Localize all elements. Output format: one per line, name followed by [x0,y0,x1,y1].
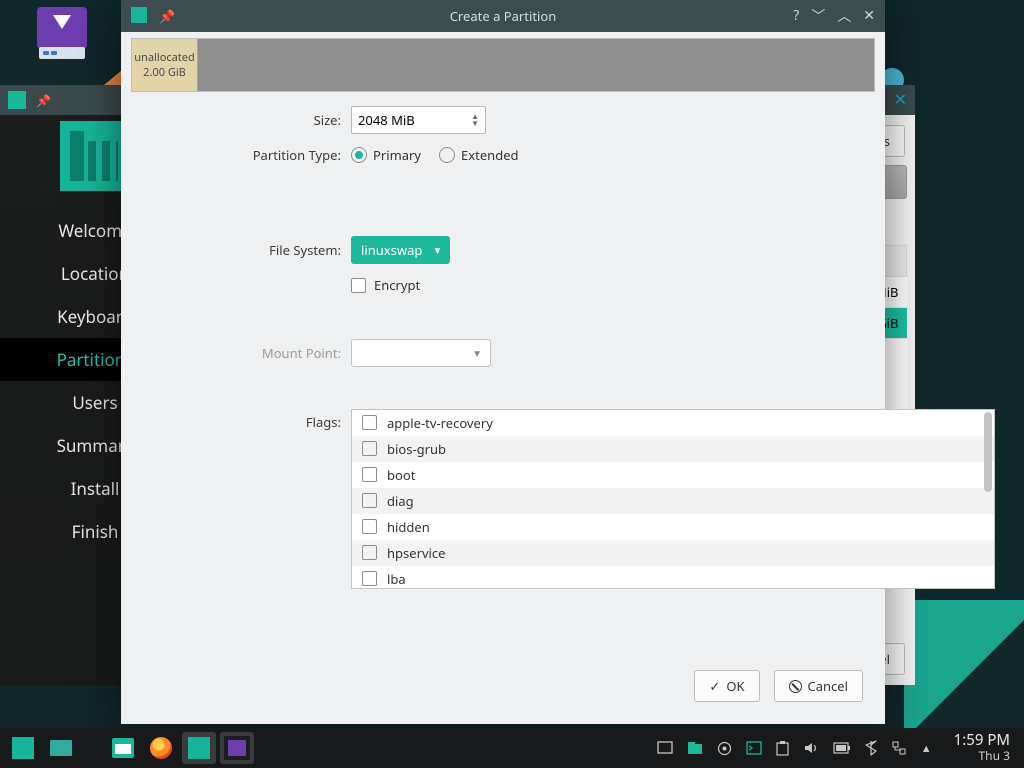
manjaro-logo-icon [131,7,147,23]
manjaro-logo-icon [60,121,130,191]
flag-row[interactable]: apple-tv-recovery [352,410,994,436]
tray-volume-icon[interactable] [803,741,819,755]
flag-row[interactable]: hpservice [352,540,994,566]
flag-row[interactable]: lba [352,566,994,589]
radio-primary[interactable]: Primary [351,146,421,164]
desktop-installer-icon[interactable] [32,7,92,75]
help-icon[interactable]: ? [793,6,799,26]
tray-keyboard-icon[interactable] [717,741,732,756]
tray-network-icon[interactable] [891,741,907,755]
start-menu-button[interactable] [6,732,40,764]
tray-expand-icon[interactable]: ▲ [921,741,932,756]
unallocated-size: 2.00 GiB [143,65,186,80]
partition-preview[interactable]: unallocated 2.00 GiB [131,38,875,92]
cancel-icon [789,680,802,693]
tray-clipboard-icon[interactable] [776,741,789,756]
unallocated-label: unallocated [134,50,195,65]
tray-folder-icon[interactable] [687,741,703,755]
dialog-title: Create a Partition [121,7,885,25]
chevron-down-icon: ▼ [432,243,442,257]
flags-label: Flags: [306,409,351,431]
pin-icon[interactable]: 📌 [36,92,51,109]
chevron-down-icon: ▼ [472,346,482,360]
flag-row[interactable]: diag [352,488,994,514]
check-icon: ✓ [709,677,720,695]
unallocated-segment[interactable]: unallocated 2.00 GiB [132,39,198,91]
manjaro-logo-icon [8,91,26,109]
filesystem-select[interactable]: linuxswap ▼ [351,236,450,264]
tray-battery-icon[interactable] [833,742,851,754]
size-label: Size: [314,111,351,129]
clock-date: Thu 3 [954,748,1010,763]
create-partition-dialog: 📌 Create a Partition ? ﹀ ︿ ✕ unallocated… [121,0,885,724]
firefox-button[interactable] [144,732,178,764]
pin-icon[interactable]: 📌 [159,7,175,25]
filesystem-label: File System: [269,241,351,259]
desktop: 📌 ﹀ ︿ ✕ Welcome Location Keyboard Partit… [0,0,1024,768]
scrollbar[interactable] [984,412,992,492]
tray-terminal-icon[interactable] [746,741,762,755]
filesystem-value: linuxswap [361,241,422,259]
size-input[interactable] [358,111,467,129]
show-desktop-button[interactable] [44,732,78,764]
encrypt-label: Encrypt [374,276,420,294]
taskbar: ▲ 1:59 PM Thu 3 [0,728,1024,768]
file-manager-button[interactable] [106,732,140,764]
tray-bluetooth-icon[interactable] [865,740,877,756]
close-icon[interactable]: ✕ [863,6,875,26]
radio-extended-label: Extended [461,146,519,164]
flag-row[interactable]: boot [352,462,994,488]
maximize-icon[interactable]: ︿ [837,6,851,26]
taskbar-install-media-button[interactable] [220,732,254,764]
ok-button[interactable]: ✓OK [694,670,759,702]
radio-extended[interactable]: Extended [439,146,519,164]
spin-down-icon[interactable]: ▼ [471,120,479,127]
cancel-button[interactable]: Cancel [774,670,863,702]
minimize-icon[interactable]: ﹀ [811,6,825,26]
flag-row[interactable]: hidden [352,514,994,540]
flag-row[interactable]: bios-grub [352,436,994,462]
wallpaper-accent [904,600,1024,740]
encrypt-checkbox[interactable]: Encrypt [351,276,420,294]
mount-point-select[interactable]: ▼ [351,339,491,367]
taskbar-clock[interactable]: 1:59 PM Thu 3 [946,733,1018,763]
mount-point-label: Mount Point: [262,344,351,362]
radio-primary-label: Primary [373,146,421,164]
partition-type-label: Partition Type: [253,146,351,164]
flags-list[interactable]: apple-tv-recovery bios-grub boot diag hi… [351,409,995,589]
clock-time: 1:59 PM [954,733,1010,748]
size-spinbox[interactable]: ▲▼ [351,106,486,134]
taskbar-installer-button[interactable] [182,732,216,764]
tray-display-icon[interactable] [657,741,673,755]
system-tray: ▲ 1:59 PM Thu 3 [657,733,1018,763]
dialog-titlebar[interactable]: 📌 Create a Partition ? ﹀ ︿ ✕ [121,0,885,32]
